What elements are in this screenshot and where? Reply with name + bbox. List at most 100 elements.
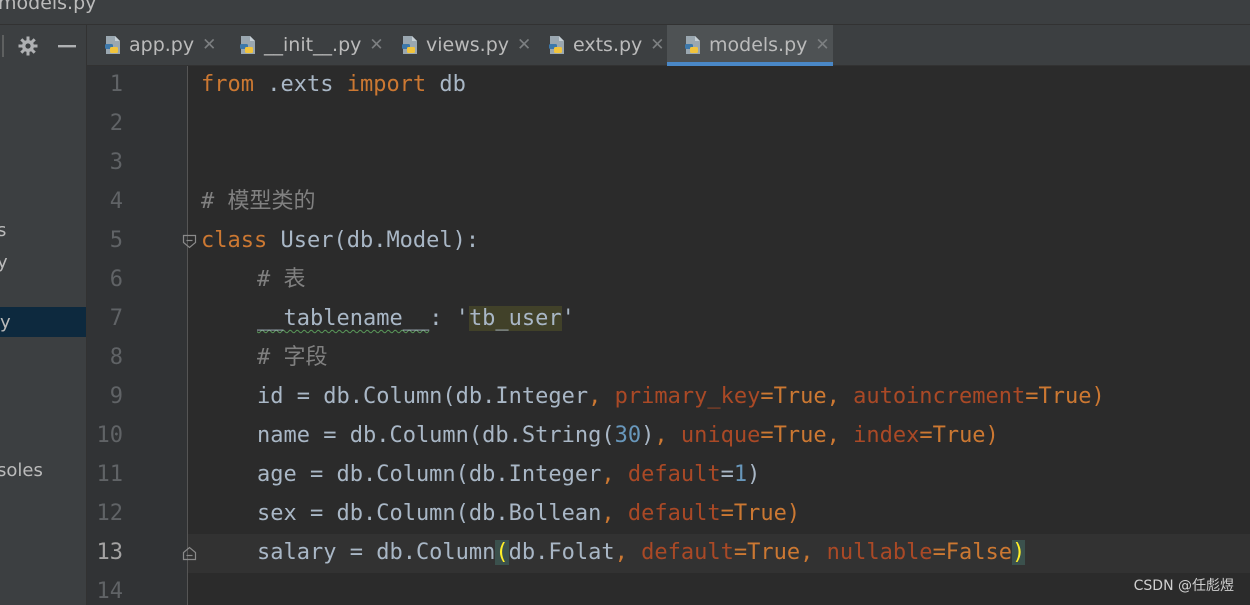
tab-label: views.py [426, 34, 509, 56]
window-title-bar: models.py [0, 0, 1250, 25]
line-number-current: 13 [96, 540, 124, 565]
matched-brace: ( [495, 540, 509, 565]
close-icon[interactable]: ✕ [202, 35, 216, 55]
python-file-icon [685, 36, 700, 54]
tab-label: models.py [709, 34, 808, 56]
code-text: : ' [429, 306, 469, 331]
gear-icon[interactable] [17, 35, 39, 57]
comment: # 表 [257, 267, 306, 292]
line-number: 2 [109, 111, 123, 136]
line-number: 14 [96, 579, 124, 604]
code-identifier: __tablename__ [257, 306, 430, 331]
python-file-icon [105, 36, 120, 54]
code-text: =True [760, 384, 827, 409]
line-number: 10 [96, 423, 124, 448]
line-number: 4 [109, 189, 123, 214]
project-tree-item[interactable]: s [0, 220, 6, 241]
code-text: age = db.Column(db.Integer [257, 462, 602, 487]
line-number: 8 [109, 345, 123, 370]
line-number: 11 [96, 462, 124, 487]
string-literal: tb_user [468, 306, 562, 331]
close-icon[interactable]: ✕ [815, 35, 829, 55]
code-text: db [426, 72, 466, 97]
gutter-divider [187, 66, 188, 605]
code-text: .exts [253, 72, 347, 97]
code-line-8[interactable]: # 字段 [257, 343, 328, 373]
code-text: id = db.Column(db.Integer [257, 384, 589, 409]
close-icon[interactable]: ✕ [517, 35, 531, 55]
keyword: from [201, 72, 254, 97]
code-line-5[interactable]: class User(db.Model): [201, 226, 479, 256]
number-literal: 1 [733, 462, 748, 487]
close-icon[interactable]: ✕ [650, 35, 664, 55]
window-title: models.py [0, 0, 97, 14]
tab-label: __init__.py [264, 34, 362, 56]
comma: , [601, 462, 628, 487]
code-line-12[interactable]: sex = db.Column(db.Bollean, default=True… [257, 499, 800, 529]
code-text: =True) [919, 423, 999, 448]
fold-icon[interactable] [182, 234, 197, 249]
line-number: 5 [109, 228, 123, 253]
project-tree-item[interactable]: soles [0, 460, 43, 481]
code-text: =True) [1025, 384, 1105, 409]
tab-views-py[interactable]: views.py ✕ [384, 25, 531, 65]
code-line-10[interactable]: name = db.Column(db.String(30), unique=T… [257, 421, 999, 451]
code-text: = [720, 462, 734, 487]
keyword-argument: unique [680, 423, 761, 448]
line-number: 9 [109, 384, 123, 409]
python-file-icon [402, 36, 417, 54]
comma: , [654, 423, 681, 448]
code-text: db.Folat [508, 540, 615, 565]
python-file-icon [240, 36, 255, 54]
code-text: ) [747, 462, 761, 487]
comment: # 字段 [257, 345, 328, 370]
line-number: 3 [109, 150, 123, 175]
code-line-7[interactable]: __tablename__: 'tb_user' [257, 304, 575, 334]
tab-label: exts.py [573, 34, 643, 56]
code-line-9[interactable]: id = db.Column(db.Integer, primary_key=T… [257, 382, 1105, 412]
line-number: 6 [109, 267, 123, 292]
minimize-icon[interactable] [56, 35, 78, 57]
line-number: 12 [96, 501, 124, 526]
line-number: 7 [109, 306, 123, 331]
project-panel[interactable]: s y y soles [0, 25, 87, 605]
code-text: =True) [720, 501, 801, 526]
tab-exts-py[interactable]: exts.py ✕ [531, 25, 665, 65]
toolbar-separator [2, 35, 4, 57]
keyword-argument: default [641, 540, 734, 565]
tab-app-py[interactable]: app.py ✕ [87, 25, 220, 65]
comment: # 模型类的 [201, 189, 316, 214]
code-text: =False [932, 540, 1013, 565]
comma: , [601, 501, 628, 526]
code-text: ' [561, 306, 575, 331]
code-line-13[interactable]: salary = db.Column(db.Folat, default=Tru… [257, 538, 1026, 568]
code-text: =True [733, 540, 801, 565]
code-line-1[interactable]: from .exts import db [201, 70, 466, 100]
code-text: sex = db.Column(db.Bollean [257, 501, 602, 526]
project-tree-item-label: y [0, 311, 11, 333]
keyword: import [346, 72, 427, 97]
python-file-icon [549, 36, 564, 54]
code-line-11[interactable]: age = db.Column(db.Integer, default=1) [257, 460, 760, 490]
keyword-argument: default [627, 501, 721, 526]
code-text: salary = db.Column [257, 540, 496, 565]
number-literal: 30 [614, 423, 642, 448]
close-icon[interactable]: ✕ [369, 35, 383, 55]
keyword-argument: autoincrement [853, 384, 1026, 409]
keyword-argument: primary_key [614, 384, 761, 409]
comma: , [800, 540, 827, 565]
project-tree-item-selected[interactable]: y [0, 307, 86, 337]
keyword-argument: nullable [826, 540, 933, 565]
code-text: =True [760, 423, 827, 448]
keyword-argument: default [627, 462, 721, 487]
code-line-4[interactable]: # 模型类的 [201, 187, 316, 217]
watermark: CSDN @任彪煜 [1133, 578, 1234, 594]
fold-icon[interactable] [182, 546, 197, 561]
code-line-6[interactable]: # 表 [257, 265, 306, 295]
tab-models-py[interactable]: models.py ✕ [667, 25, 833, 66]
line-number: 1 [109, 72, 123, 97]
tab-init-py[interactable]: __init__.py ✕ [222, 25, 384, 65]
code-text: User(db.Model): [267, 228, 480, 253]
project-tree-item[interactable]: y [0, 252, 8, 273]
tab-label: app.py [129, 34, 195, 56]
